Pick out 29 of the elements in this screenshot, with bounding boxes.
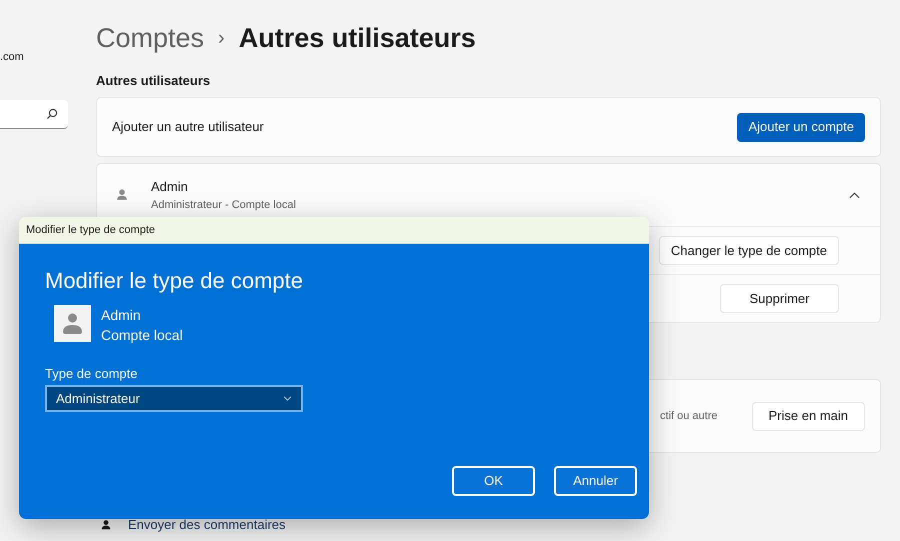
feedback-link[interactable]: Envoyer des commentaires: [128, 515, 286, 534]
setting-description: ctif ou autre: [660, 408, 718, 424]
user-name: Admin: [151, 178, 189, 196]
person-icon: [100, 518, 112, 531]
search-field[interactable]: [0, 100, 68, 129]
user-name: Admin: [101, 306, 142, 325]
get-started-button[interactable]: Prise en main: [752, 402, 865, 430]
dialog-button[interactable]: OK: [452, 466, 535, 496]
chevron-icon[interactable]: [849, 192, 860, 198]
setting-label: Ajouter un autre utilisateur: [112, 118, 264, 136]
user-subtitle: Administrateur - Compte local: [151, 198, 297, 212]
chevron-icon: [283, 396, 292, 401]
dialog-button[interactable]: Annuler: [554, 466, 637, 496]
dialog-heading: Modifier le type de compte: [45, 267, 304, 294]
window-title: Modifier le type de compte: [26, 222, 156, 238]
page-title: Autres utilisateurs: [238, 22, 476, 55]
account-type-text: Compte local: [101, 326, 183, 345]
breadcrumb-link[interactable]: Comptes: [96, 18, 204, 58]
search-icon: [46, 108, 58, 120]
action-button[interactable]: Changer le type de compte: [658, 236, 839, 265]
action-button[interactable]: Supprimer: [720, 284, 839, 313]
email-text: .com: [0, 50, 25, 65]
account-type-dropdown[interactable]: Administrateur: [45, 385, 303, 412]
field-label: Type de compte: [45, 365, 138, 382]
section-title: Autres utilisateurs: [96, 72, 212, 89]
add-account-button[interactable]: Ajouter un compte: [737, 112, 865, 142]
person-icon: [115, 188, 129, 202]
avatar-icon: [54, 305, 91, 342]
breadcrumb-separator: ›: [218, 26, 225, 51]
